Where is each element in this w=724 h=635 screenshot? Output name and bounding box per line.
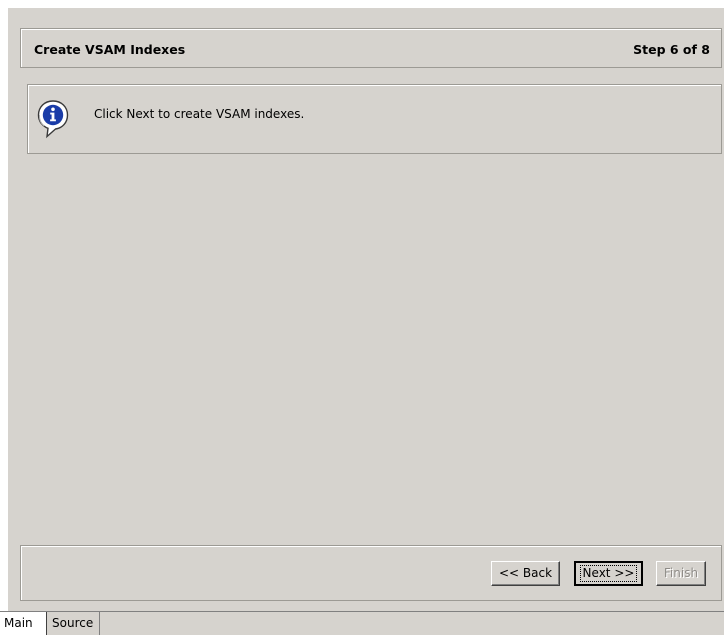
- wizard-header: Create VSAM Indexes Step 6 of 8: [20, 28, 722, 68]
- info-message-box: Click Next to create VSAM indexes.: [27, 84, 722, 154]
- wizard-step-indicator: Step 6 of 8: [633, 42, 710, 57]
- back-button[interactable]: << Back: [491, 561, 560, 586]
- finish-button: Finish: [656, 561, 706, 586]
- tab-source[interactable]: Source: [48, 612, 100, 635]
- info-message: Click Next to create VSAM indexes.: [94, 107, 305, 121]
- editor-tab-strip: Main Source: [0, 611, 724, 635]
- wizard-title: Create VSAM Indexes: [34, 42, 186, 57]
- next-button-label: Next >>: [579, 565, 638, 582]
- editor-area: Create VSAM Indexes Step 6 of 8 Click Ne…: [0, 0, 724, 611]
- wizard-panel: Create VSAM Indexes Step 6 of 8 Click Ne…: [8, 8, 724, 611]
- tab-main[interactable]: Main: [0, 612, 47, 635]
- next-button[interactable]: Next >>: [574, 561, 643, 586]
- info-icon: [36, 99, 70, 139]
- wizard-button-bar: << Back Next >> Finish: [20, 545, 722, 601]
